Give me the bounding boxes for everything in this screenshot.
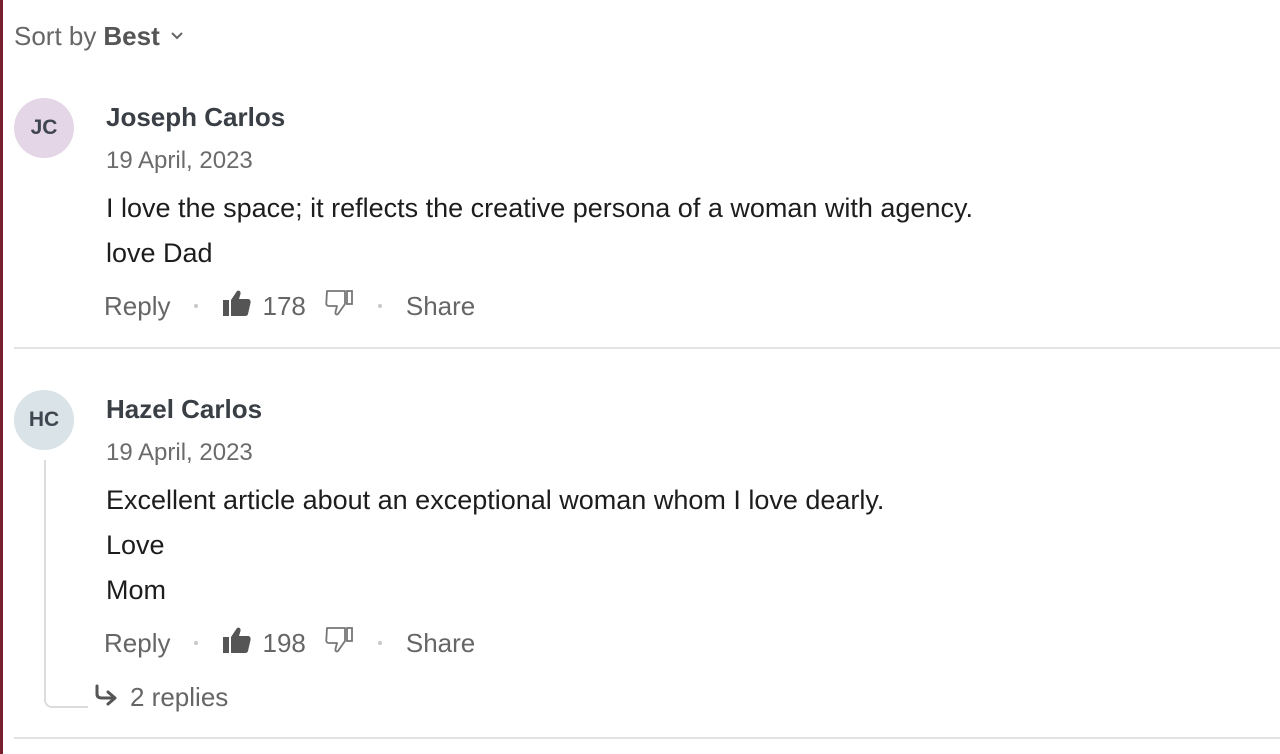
comment-divider [14, 737, 1280, 739]
sort-dropdown[interactable]: Sort by Best [14, 20, 184, 52]
reply-button[interactable]: Reply [104, 291, 170, 322]
sort-value: Best [103, 20, 160, 51]
comment-author[interactable]: Joseph Carlos [106, 102, 285, 133]
reply-arrow-icon [94, 682, 130, 713]
avatar-initials: HC [28, 408, 60, 431]
share-button[interactable]: Share [406, 291, 475, 322]
like-count: 178 [262, 290, 306, 321]
separator-dot [377, 304, 382, 308]
thumbs-up-icon [222, 289, 262, 324]
view-replies-button[interactable]: 2 replies [94, 679, 228, 715]
comment-text-line: love Dad [106, 238, 213, 268]
comment-divider [14, 347, 1280, 349]
separator-dot [377, 641, 382, 645]
comment-actions: Reply 178 Share [104, 286, 475, 326]
reply-button[interactable]: Reply [104, 628, 170, 659]
thumbs-down-icon [324, 289, 354, 324]
share-button[interactable]: Share [406, 628, 475, 659]
thread-line [44, 460, 88, 708]
comment-date: 19 April, 2023 [106, 439, 253, 466]
comment-text-line: Love [106, 530, 165, 560]
replies-count: 2 replies [130, 681, 229, 712]
dislike-button[interactable] [324, 289, 354, 324]
like-count: 198 [262, 627, 306, 658]
avatar[interactable]: JC [14, 98, 74, 158]
dislike-button[interactable] [324, 626, 354, 661]
like-button[interactable]: 198 [222, 626, 306, 661]
window-left-edge [0, 0, 3, 754]
like-button[interactable]: 178 [222, 289, 306, 324]
thumbs-up-icon [222, 626, 262, 661]
avatar[interactable]: HC [14, 390, 74, 450]
separator-dot [194, 641, 199, 645]
comment-author[interactable]: Hazel Carlos [106, 394, 262, 425]
sort-label: Sort by [14, 20, 97, 51]
comment-text-line: Mom [106, 575, 166, 605]
chevron-down-icon [170, 31, 184, 41]
comment-date: 19 April, 2023 [106, 147, 253, 174]
separator-dot [194, 304, 199, 308]
comment-actions: Reply 198 Share [104, 623, 475, 663]
avatar-initials: JC [30, 116, 58, 139]
comment-text-line: I love the space; it reflects the creati… [106, 193, 973, 223]
thumbs-down-icon [324, 626, 354, 661]
comment-text-line: Excellent article about an exceptional w… [106, 485, 885, 515]
